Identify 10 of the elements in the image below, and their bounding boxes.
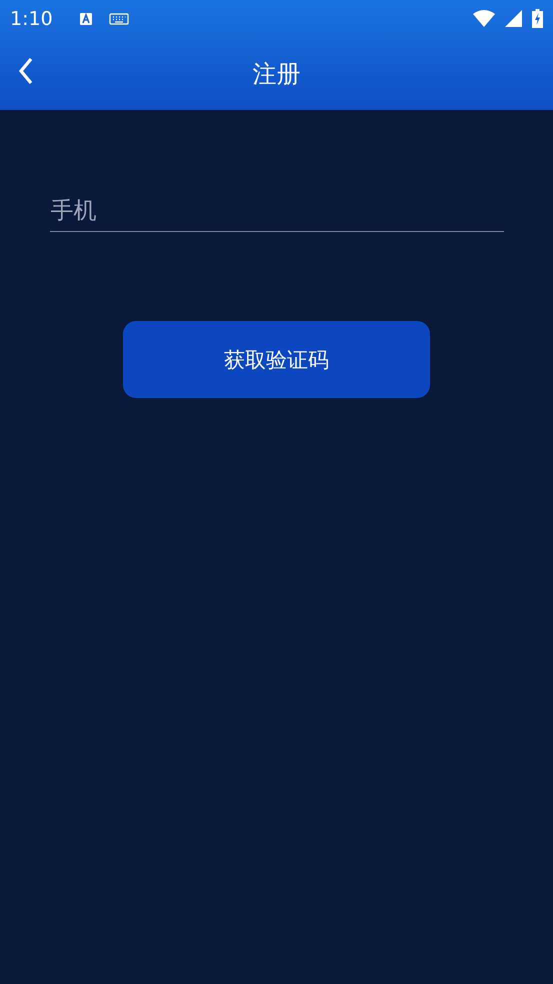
phone-input-field[interactable]: 手机 — [50, 190, 504, 232]
signal-icon — [505, 10, 522, 27]
text-icon — [78, 12, 93, 26]
page-title: 注册 — [252, 58, 300, 90]
wifi-icon — [473, 10, 495, 27]
get-code-button[interactable]: 获取验证码 — [123, 321, 430, 398]
back-icon[interactable] — [18, 57, 34, 85]
status-time: 1:10 — [10, 8, 53, 30]
keyboard-icon — [108, 12, 129, 24]
battery-icon — [532, 9, 543, 28]
